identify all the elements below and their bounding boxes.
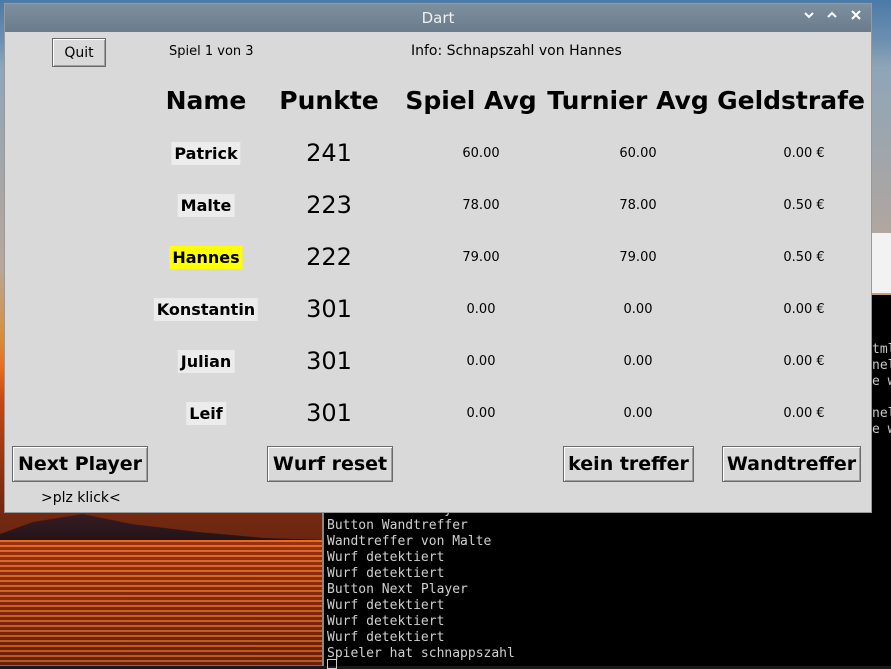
column-header-game-avg: Spiel Avg xyxy=(405,86,537,115)
terminal-fragment: nel xyxy=(872,358,891,373)
terminal-line: Wurf detektiert xyxy=(327,550,445,565)
terminal-line: Button Next Player xyxy=(327,582,468,597)
player-name: Patrick xyxy=(171,142,241,165)
info-text: Info: Schnapszahl von Hannes xyxy=(411,43,622,59)
no-hit-button[interactable]: kein treffer xyxy=(563,446,694,482)
player-row: Konstantin 301 0.00 0.00 0.00 € xyxy=(5,295,871,325)
terminal-line: Wurf detektiert xyxy=(327,598,445,613)
player-name: Leif xyxy=(186,402,226,425)
terminal-line: Wurf detektiert xyxy=(327,614,445,629)
player-points: 241 xyxy=(306,139,352,167)
hint-text: >plz klick< xyxy=(41,490,121,506)
terminal-line: Wurf detektiert xyxy=(327,630,445,645)
player-game-avg: 78.00 xyxy=(462,198,500,213)
column-header-tournament-avg: Turnier Avg xyxy=(547,86,709,115)
terminal-fragment: e w xyxy=(872,374,891,389)
player-tournament-avg: 0.00 xyxy=(623,354,653,369)
player-points: 301 xyxy=(306,295,352,323)
player-game-avg: 0.00 xyxy=(466,302,496,317)
terminal-line: Wurf detektiert xyxy=(327,566,445,581)
player-game-avg: 60.00 xyxy=(462,146,500,161)
player-row: Patrick 241 60.00 60.00 0.00 € xyxy=(5,139,871,169)
player-tournament-avg: 79.00 xyxy=(619,250,657,265)
wall-hit-button[interactable]: Wandtreffer xyxy=(722,446,861,482)
player-name: Julian xyxy=(177,350,235,373)
player-points: 301 xyxy=(306,347,352,375)
background-window-edge xyxy=(870,233,891,293)
player-fine: 0.00 € xyxy=(783,406,825,421)
terminal-cursor xyxy=(327,659,337,669)
player-fine: 0.00 € xyxy=(783,146,825,161)
terminal-fragment: e w xyxy=(872,422,891,437)
window-title: Dart xyxy=(421,9,455,27)
desktop-sea xyxy=(0,540,330,666)
player-tournament-avg: 78.00 xyxy=(619,198,657,213)
player-points: 301 xyxy=(306,399,352,427)
player-name: Malte xyxy=(177,194,235,217)
column-header-fine: Geldstrafe xyxy=(717,86,865,115)
minimize-icon[interactable] xyxy=(801,9,817,25)
terminal-fragment: nel xyxy=(872,406,891,421)
player-row: Leif 301 0.00 0.00 0.00 € xyxy=(5,399,871,429)
player-tournament-avg: 60.00 xyxy=(619,146,657,161)
player-tournament-avg: 0.00 xyxy=(623,406,653,421)
dart-app-window: Dart Quit Spiel 1 von 3 Info: Schnapszah… xyxy=(5,4,871,512)
player-fine: 0.00 € xyxy=(783,354,825,369)
player-name-active: Hannes xyxy=(169,246,243,269)
titlebar[interactable]: Dart xyxy=(5,4,871,32)
player-game-avg: 0.00 xyxy=(466,406,496,421)
quit-button[interactable]: Quit xyxy=(52,38,106,67)
player-fine: 0.00 € xyxy=(783,302,825,317)
player-game-avg: 79.00 xyxy=(462,250,500,265)
reset-throw-button[interactable]: Wurf reset xyxy=(267,446,393,482)
next-player-button[interactable]: Next Player xyxy=(12,446,148,482)
player-points: 223 xyxy=(306,191,352,219)
column-header-points: Punkte xyxy=(279,86,379,115)
maximize-icon[interactable] xyxy=(824,9,840,25)
player-fine: 0.50 € xyxy=(783,250,825,265)
player-name: Konstantin xyxy=(153,298,259,321)
terminal-line: Wandtreffer von Malte xyxy=(327,534,492,549)
player-tournament-avg: 0.00 xyxy=(623,302,653,317)
player-row: Malte 223 78.00 78.00 0.50 € xyxy=(5,191,871,221)
player-row-active: Hannes 222 79.00 79.00 0.50 € xyxy=(5,243,871,273)
player-row: Julian 301 0.00 0.00 0.00 € xyxy=(5,347,871,377)
column-header-name: Name xyxy=(165,86,247,115)
game-status: Spiel 1 von 3 xyxy=(169,44,254,59)
player-game-avg: 0.00 xyxy=(466,354,496,369)
terminal-line: Button Wandtreffer xyxy=(327,518,468,533)
close-icon[interactable] xyxy=(848,9,864,25)
terminal-fragment: tml xyxy=(872,342,891,357)
player-fine: 0.50 € xyxy=(783,198,825,213)
player-points: 222 xyxy=(306,243,352,271)
terminal-line: Spieler hat schnappszahl xyxy=(327,646,515,661)
